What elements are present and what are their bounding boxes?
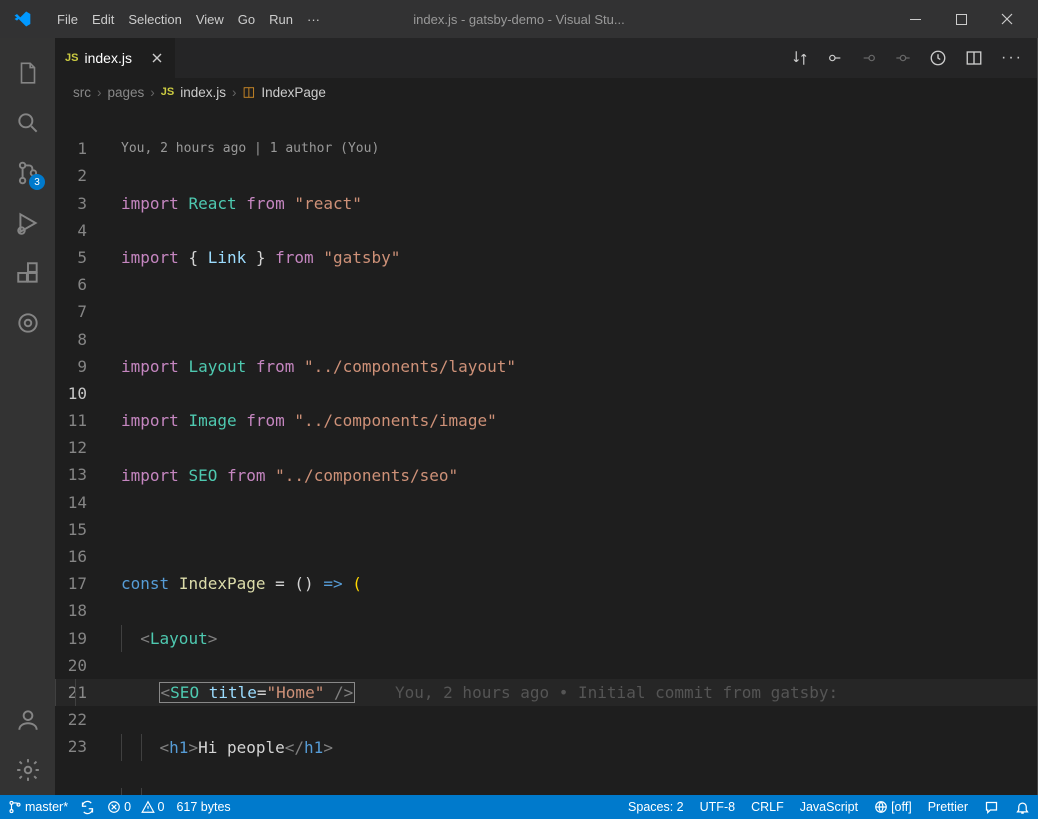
chevron-right-icon: › [97, 85, 102, 100]
symbol-variable-icon: ◫ [243, 84, 256, 100]
accounts-icon[interactable] [0, 695, 55, 745]
explorer-icon[interactable] [0, 48, 55, 98]
chevron-right-icon: › [232, 85, 237, 100]
crumb-pages[interactable]: pages [108, 85, 145, 100]
file-size[interactable]: 617 bytes [176, 800, 230, 814]
sync-icon[interactable] [80, 800, 95, 815]
menu-edit[interactable]: Edit [85, 12, 121, 27]
maximize-button[interactable] [938, 0, 984, 38]
prev-change-icon[interactable] [827, 50, 843, 66]
status-bar: master* 0 0 617 bytes Spaces: 2 UTF-8 CR… [0, 795, 1038, 819]
encoding[interactable]: UTF-8 [700, 800, 735, 814]
editor[interactable]: 1234567891011121314151617181920212223 Yo… [55, 106, 1037, 795]
js-file-icon: JS [161, 86, 174, 98]
run-debug-icon[interactable] [0, 198, 55, 248]
tab-label: index.js [84, 50, 131, 66]
breadcrumb[interactable]: src › pages › JS index.js › ◫ IndexPage [55, 78, 1037, 106]
feedback-icon[interactable] [984, 800, 999, 815]
menu-run[interactable]: Run [262, 12, 300, 27]
close-button[interactable] [984, 0, 1030, 38]
menu-selection[interactable]: Selection [121, 12, 188, 27]
notifications-icon[interactable] [1015, 800, 1030, 815]
language-mode[interactable]: JavaScript [800, 800, 858, 814]
crumb-file[interactable]: index.js [180, 85, 226, 100]
compare-changes-icon[interactable] [791, 49, 809, 67]
scm-badge: 3 [29, 174, 45, 190]
menu-file[interactable]: File [50, 12, 85, 27]
menu-view[interactable]: View [189, 12, 231, 27]
menu-go[interactable]: Go [231, 12, 262, 27]
revision-nav-icon[interactable] [895, 50, 911, 66]
chevron-right-icon: › [150, 85, 155, 100]
search-icon[interactable] [0, 98, 55, 148]
tab-bar: JS index.js ··· [55, 38, 1037, 78]
split-editor-icon[interactable] [965, 49, 983, 67]
window-title: index.js - gatsby-demo - Visual Stu... [413, 12, 624, 27]
crumb-symbol[interactable]: IndexPage [261, 85, 326, 100]
eol[interactable]: CRLF [751, 800, 784, 814]
tab-close-icon[interactable] [150, 51, 164, 65]
js-file-icon: JS [65, 52, 78, 64]
extensions-icon[interactable] [0, 248, 55, 298]
crumb-src[interactable]: src [73, 85, 91, 100]
more-actions-icon[interactable]: ··· [1001, 49, 1023, 67]
problems[interactable]: 0 0 [107, 800, 164, 814]
activity-bar: 3 [0, 38, 55, 795]
settings-gear-icon[interactable] [0, 745, 55, 795]
source-control-icon[interactable]: 3 [0, 148, 55, 198]
vscode-logo-icon [12, 9, 38, 29]
git-blame-annotation: You, 2 hours ago • Initial commit from g… [395, 679, 838, 706]
minimize-button[interactable] [892, 0, 938, 38]
code-content[interactable]: You, 2 hours ago | 1 author (You) import… [115, 106, 1037, 795]
git-branch[interactable]: master* [8, 800, 68, 814]
tab-index-js[interactable]: JS index.js [55, 38, 175, 78]
live-share[interactable]: [off] [874, 800, 912, 814]
titlebar: File Edit Selection View Go Run ··· inde… [0, 0, 1038, 38]
indent[interactable]: Spaces: 2 [628, 800, 684, 814]
toggle-blame-icon[interactable] [929, 49, 947, 67]
menu-more[interactable]: ··· [300, 12, 327, 27]
gitlens-icon[interactable] [0, 298, 55, 348]
prettier[interactable]: Prettier [928, 800, 968, 814]
codelens[interactable]: You, 2 hours ago | 1 author (You) [121, 135, 1037, 162]
next-change-icon[interactable] [861, 50, 877, 66]
